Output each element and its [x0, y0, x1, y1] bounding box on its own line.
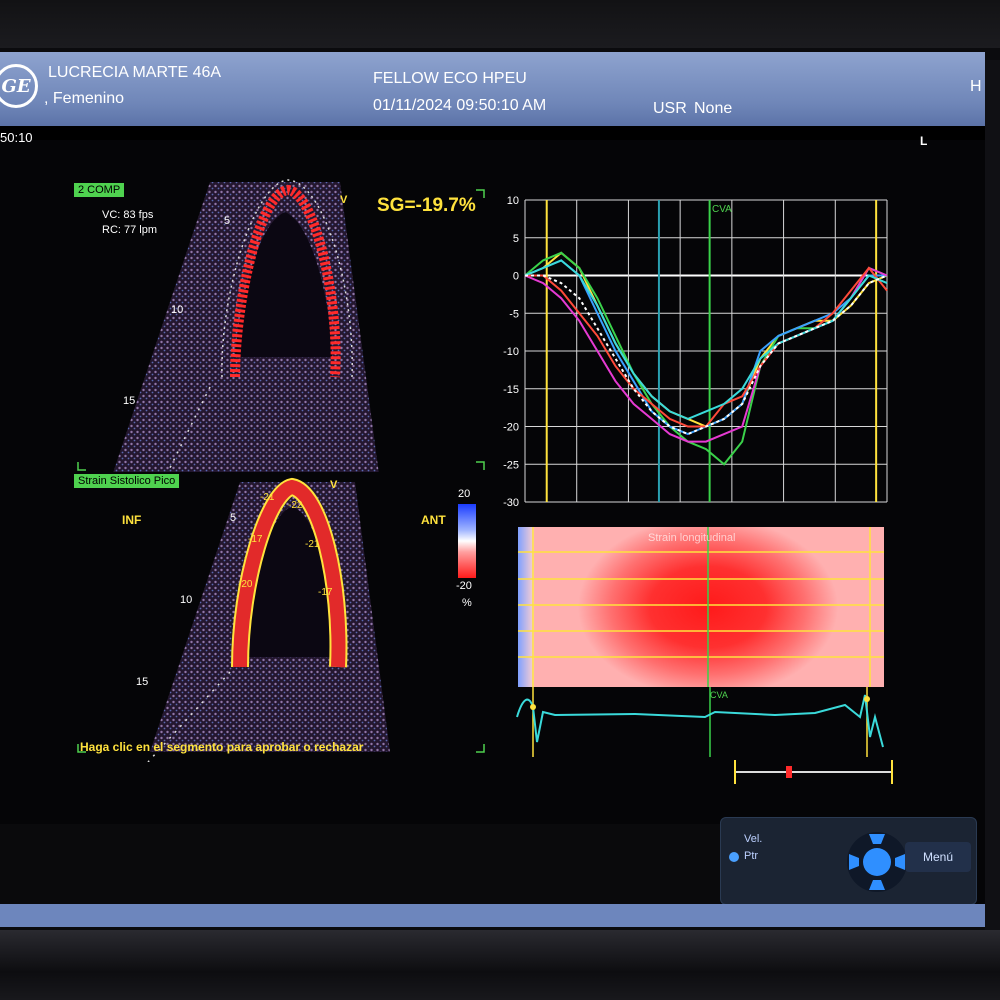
y-tick-label: 5 [513, 233, 519, 245]
ge-logo: GE [0, 64, 38, 108]
view-frame-brackets [77, 189, 485, 753]
header-separator [0, 126, 985, 140]
institution-name: FELLOW ECO HPEU [373, 70, 527, 87]
dpad-icon[interactable] [845, 830, 909, 894]
parametric-title: Strain longitudinal [648, 532, 736, 544]
menu-button[interactable]: Menú [905, 842, 971, 872]
ecg-trace [516, 687, 884, 757]
strain-series-line [525, 266, 888, 428]
strain-series-line [524, 259, 888, 420]
menu-button-label: Menú [922, 850, 954, 864]
strain-series-line [524, 259, 887, 436]
header-corner-char: H [970, 78, 982, 95]
strain-series-line [524, 266, 888, 443]
y-tick-label: -30 [503, 497, 519, 509]
parametric-gridlines [518, 527, 884, 687]
radio-icon[interactable] [729, 852, 739, 862]
monitor-bezel-right [985, 60, 1000, 930]
ecg-cva-label: CVA [710, 690, 728, 700]
y-tick-label: -25 [503, 459, 519, 471]
y-tick-label: 0 [513, 271, 519, 283]
patient-header: GE LUCRECIA MARTE 46A , Femenino FELLOW … [0, 52, 985, 126]
user-label: USR [653, 100, 687, 117]
ptr-option[interactable]: Ptr [744, 850, 758, 862]
monitor-bezel-top [0, 0, 1000, 48]
patient-sex: , Femenino [44, 90, 125, 107]
user-value: None [694, 100, 733, 117]
y-tick-label: -10 [503, 346, 519, 358]
clip-time: 50:10 [0, 130, 33, 145]
cine-loop-slider[interactable] [730, 754, 900, 790]
strain-series-line [524, 251, 888, 428]
orientation-label: L [920, 134, 928, 148]
monitor-bezel-bottom [0, 930, 1000, 1000]
exam-datetime: 01/11/2024 09:50:10 AM [373, 97, 547, 114]
cva-marker-label: CVA [712, 204, 732, 215]
y-tick-label: -5 [509, 308, 519, 320]
ultrasound-screen: GE LUCRECIA MARTE 46A , Femenino FELLOW … [0, 52, 985, 927]
y-tick-label: -20 [503, 422, 519, 434]
patient-name: LUCRECIA MARTE 46A [48, 64, 222, 81]
bottom-status-strip [0, 904, 985, 927]
y-tick-label: 10 [507, 195, 519, 207]
strain-series-line [524, 251, 888, 466]
ge-logo-text: GE [1, 75, 31, 97]
strain-curves-chart: 10 5 0 -5 -10 -15 -20 -25 -30 [503, 195, 888, 509]
y-tick-label: -15 [503, 384, 519, 396]
vel-option[interactable]: Vel. [744, 833, 762, 845]
strain-series-line [525, 274, 888, 436]
